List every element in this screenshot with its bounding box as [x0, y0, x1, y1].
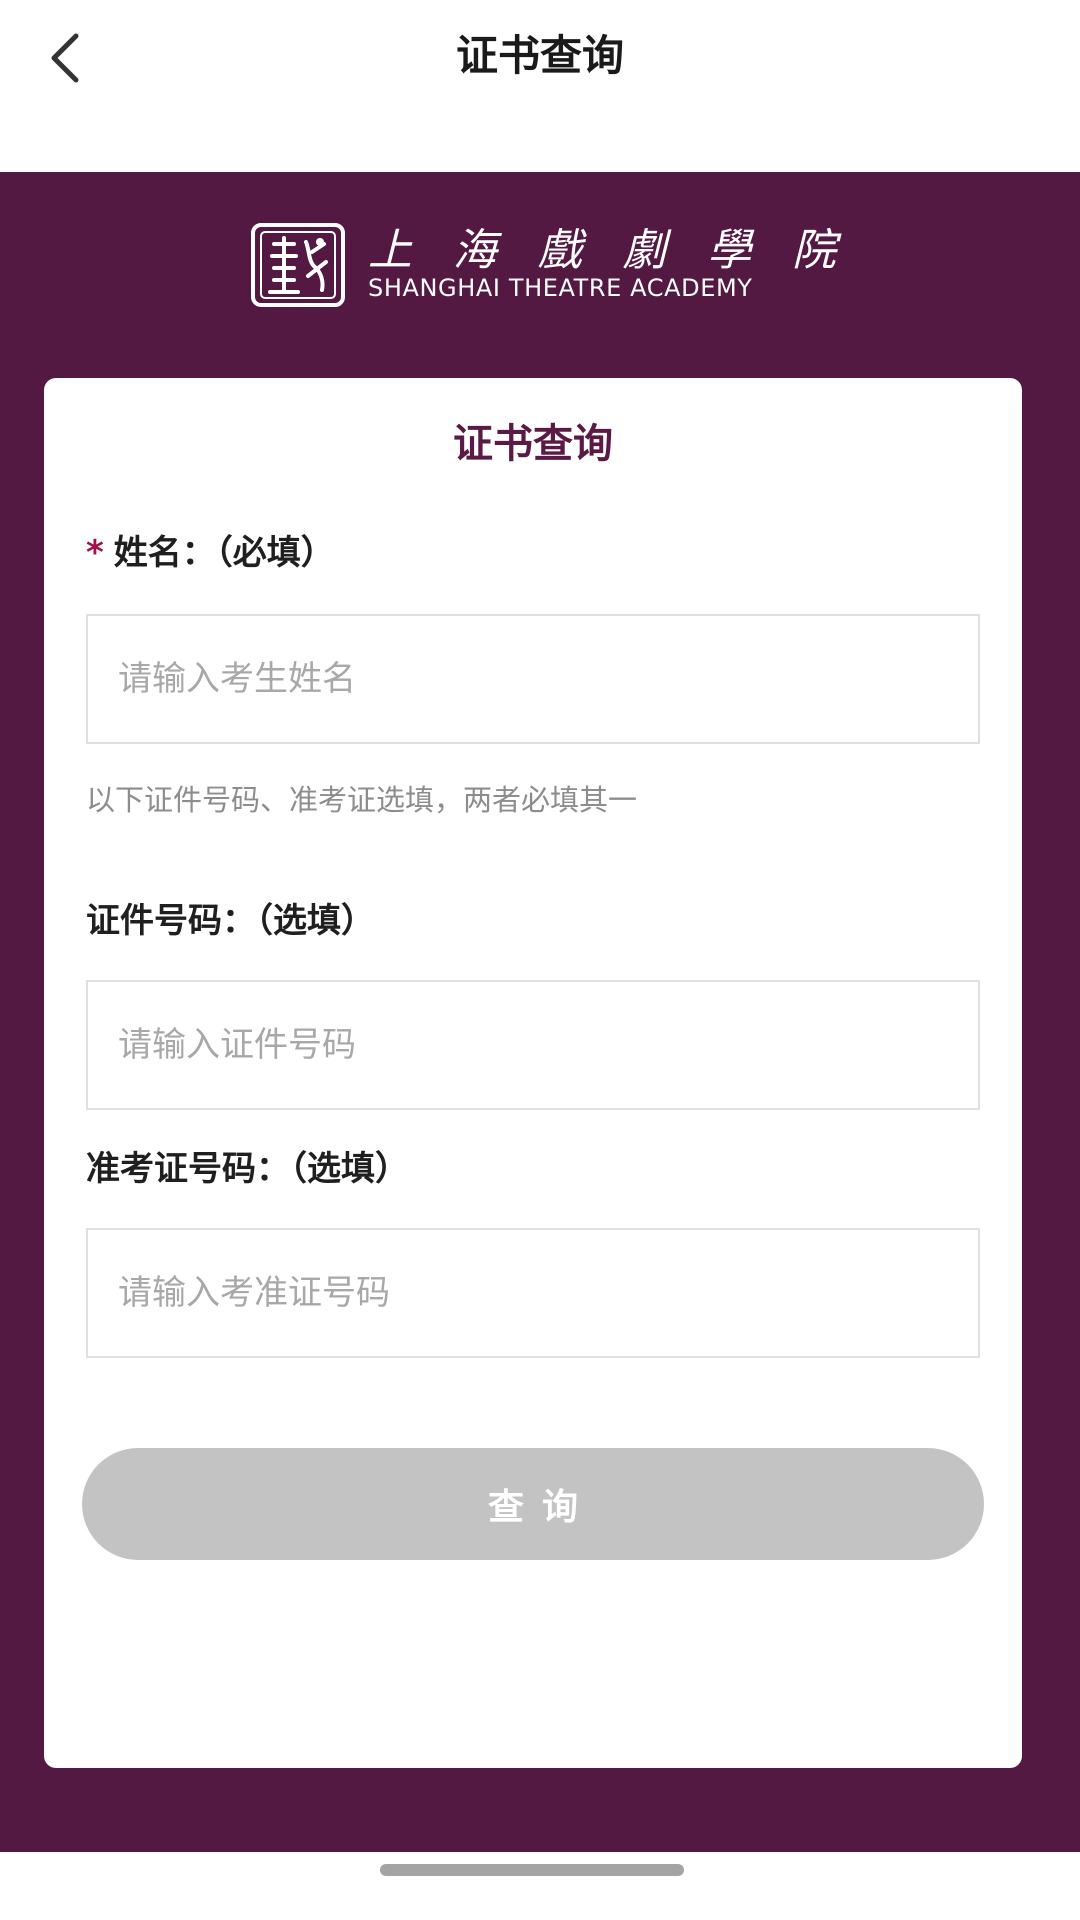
academy-logo: 上 海 戲 劇 學 院 SHANGHAI THEATRE ACADEMY: [250, 222, 836, 312]
name-label: * 姓名：（必填）: [86, 528, 335, 578]
logo-char: 海: [452, 225, 499, 276]
logo-english-name: SHANGHAI THEATRE ACADEMY: [368, 274, 753, 302]
name-field[interactable]: [86, 614, 980, 744]
required-star: *: [86, 533, 104, 573]
home-indicator[interactable]: [380, 1864, 684, 1876]
form-title: 证书查询: [453, 421, 613, 467]
id-label: 证件号码：（选填）: [86, 901, 375, 941]
ticket-number-field[interactable]: [86, 1228, 980, 1358]
top-nav-bar: 证书查询: [0, 0, 1080, 172]
query-button[interactable]: 查询: [82, 1448, 984, 1560]
ticket-label: 准考证号码：（选填）: [86, 1149, 409, 1189]
logo-char: 學: [707, 225, 754, 276]
logo-char: 戲: [537, 225, 584, 276]
seal-icon: [251, 223, 345, 307]
id-number-field[interactable]: [86, 980, 980, 1110]
name-label-text: 姓名：（必填）: [113, 533, 335, 573]
hint-text: 以下证件号码、准考证选填，两者必填其一: [86, 783, 638, 817]
page-title: 证书查询: [455, 31, 624, 80]
ticket-number-input[interactable]: [88, 1230, 978, 1356]
page-background: 上 海 戲 劇 學 院 SHANGHAI THEATRE ACADEMY 证书查…: [0, 172, 1080, 1852]
name-input[interactable]: [88, 616, 978, 742]
id-number-input[interactable]: [88, 982, 978, 1108]
logo-chinese-name: 上 海 戲 劇 學 院: [368, 214, 838, 278]
query-form-card: 证书查询 *姓名：（必填） 以下证件号码、准考证选填，两者必填其一 证件号码：（…: [44, 378, 1022, 1768]
logo-char: 上: [368, 225, 414, 276]
logo-char: 劇: [622, 225, 669, 276]
logo-char: 院: [791, 225, 838, 276]
